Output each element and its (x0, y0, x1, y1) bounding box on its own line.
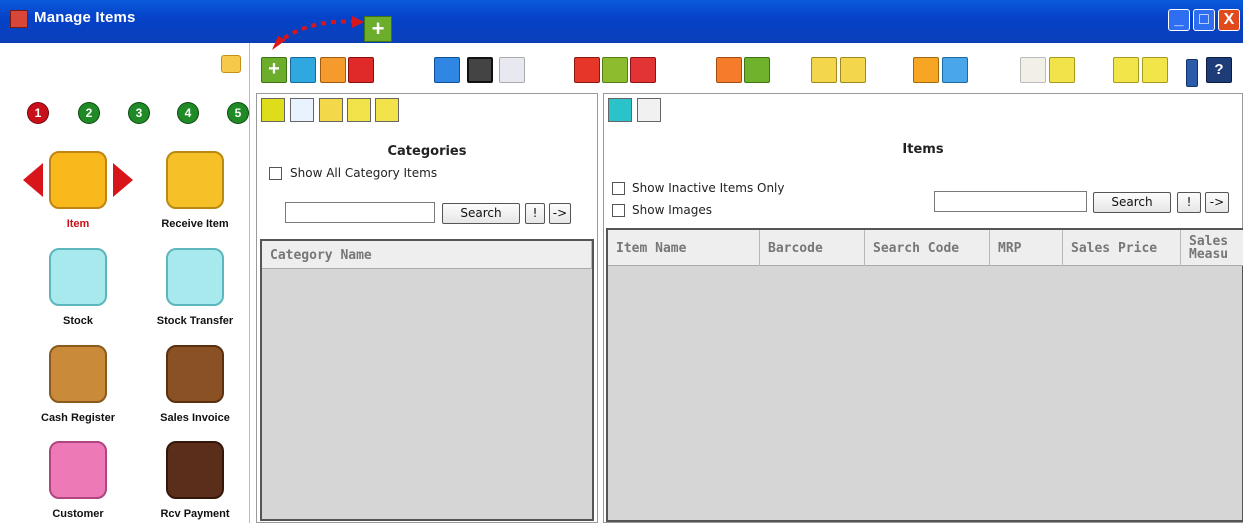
help-button[interactable]: ? (1206, 57, 1232, 83)
nav-item-sales-invoice[interactable]: Sales Invoice (145, 345, 245, 424)
show-inactive-label: Show Inactive Items Only (632, 181, 785, 195)
column-search-code[interactable]: Search Code (865, 230, 990, 266)
nav-item-label: Customer (52, 508, 104, 520)
step-2-badge[interactable]: 2 (79, 103, 99, 123)
items-grid[interactable]: Item Name Barcode Search Code MRP Sales … (606, 228, 1243, 522)
item-next-button[interactable]: -> (1205, 192, 1229, 213)
column-mrp[interactable]: MRP (990, 230, 1063, 266)
items-grid-header: Item Name Barcode Search Code MRP Sales … (608, 230, 1243, 266)
edit-pencil-icon[interactable] (290, 57, 316, 83)
table-import-icon[interactable] (716, 57, 742, 83)
bar-chart-icon[interactable] (602, 57, 628, 83)
category-search-button[interactable]: Search (442, 203, 520, 224)
nav-item-label: Item (66, 218, 90, 230)
category-bang-button[interactable]: ! (525, 203, 545, 224)
title-bar: Manage Items _ □ X (0, 0, 1243, 43)
refresh-icon[interactable] (574, 57, 600, 83)
truck-return-icon[interactable] (1142, 57, 1168, 83)
maximize-button[interactable]: □ (1193, 9, 1215, 31)
find-magnifier-icon[interactable] (320, 57, 346, 83)
items-panel: Items Show Inactive Items Only Show Imag… (603, 93, 1243, 523)
stock-transfer-icon (166, 248, 224, 306)
shopping-cart-icon (49, 151, 107, 209)
column-sales-measure[interactable]: Sales Measu (1181, 230, 1243, 266)
nav-item-label: Rcv Payment (160, 508, 230, 520)
rcv-payment-icon (166, 441, 224, 499)
nav-item-rcv-payment[interactable]: Rcv Payment (145, 441, 245, 520)
category-grid-header: Category Name (262, 241, 592, 269)
cart-app-icon (10, 10, 28, 28)
item-search-button[interactable]: Search (1093, 192, 1171, 213)
category-grid[interactable]: Category Name (260, 239, 594, 521)
categories-title: Categories (387, 144, 467, 159)
customer-icon (49, 441, 107, 499)
category-next-button[interactable]: -> (549, 203, 571, 224)
stock-item-icon[interactable] (811, 57, 837, 83)
truck-small-icon[interactable] (1113, 57, 1139, 83)
category-alt-icon[interactable] (942, 57, 968, 83)
nav-item-stock[interactable]: Stock (28, 248, 128, 327)
cash-register-icon (49, 345, 107, 403)
nav-item-stock-transfer[interactable]: Stock Transfer (145, 248, 245, 327)
nav-item-label: Receive Item (161, 218, 229, 230)
nav-item-receive-item[interactable]: Receive Item (145, 151, 245, 230)
cart-icon[interactable] (1020, 57, 1046, 83)
annotation-add-icon: + (364, 16, 392, 42)
show-all-category-label: Show All Category Items (290, 166, 438, 180)
list-view-icon[interactable] (261, 98, 285, 122)
category-search-input[interactable] (285, 202, 435, 223)
show-all-category-checkbox[interactable] (269, 167, 282, 180)
step-5-badge[interactable]: 5 (228, 103, 248, 123)
hierarchy-icon[interactable] (319, 98, 343, 122)
close-button[interactable]: X (1218, 9, 1240, 31)
truck-icon (166, 151, 224, 209)
column-barcode[interactable]: Barcode (760, 230, 865, 266)
table-export-icon[interactable] (744, 57, 770, 83)
window-title: Manage Items (34, 9, 136, 26)
filter-icon[interactable] (290, 98, 314, 122)
nav-item-label: Stock Transfer (156, 315, 234, 327)
step-4-badge[interactable]: 4 (178, 103, 198, 123)
nav-item-cash-register[interactable]: Cash Register (28, 345, 128, 424)
price-tag-icon[interactable] (467, 57, 493, 83)
network-tree-icon[interactable] (499, 57, 525, 83)
stock-trolley-icon (49, 248, 107, 306)
column-sales-price[interactable]: Sales Price (1063, 230, 1181, 266)
tile-view-icon[interactable] (637, 98, 661, 122)
bar-chart-red-icon[interactable] (630, 57, 656, 83)
column-category-name[interactable]: Category Name (262, 241, 592, 269)
left-navigation: 1 2 3 4 5 Item Receive Item Stock Stock … (0, 43, 250, 523)
nav-item-customer[interactable]: Customer (28, 441, 128, 520)
item-bang-button[interactable]: ! (1177, 192, 1201, 213)
category-icon[interactable] (913, 57, 939, 83)
items-title: Items (902, 142, 944, 157)
filter-edit-icon[interactable] (347, 98, 371, 122)
step-3-badge[interactable]: 3 (129, 103, 149, 123)
add-item-button[interactable]: + (261, 57, 287, 83)
stock-move-icon[interactable] (840, 57, 866, 83)
restore-windows-icon[interactable] (221, 55, 241, 73)
show-inactive-checkbox[interactable] (612, 182, 625, 195)
minimize-button[interactable]: _ (1168, 9, 1190, 31)
categories-panel: Categories Show All Category Items Searc… (256, 93, 598, 523)
nav-item-label: Sales Invoice (160, 412, 230, 424)
toolbar-overflow-button[interactable] (1186, 59, 1198, 87)
annotation-arrow-icon (272, 16, 364, 50)
show-images-checkbox[interactable] (612, 204, 625, 217)
show-images-label: Show Images (632, 203, 713, 217)
checkmark-icon[interactable] (434, 57, 460, 83)
step-1-badge[interactable]: 1 (28, 103, 48, 123)
sales-invoice-icon (166, 345, 224, 403)
column-item-name[interactable]: Item Name (608, 230, 760, 266)
main-toolbar: + ? (256, 51, 1243, 87)
item-search-input[interactable] (934, 191, 1087, 212)
nav-item-item[interactable]: Item (28, 151, 128, 230)
collapse-icon[interactable] (375, 98, 399, 122)
nav-item-label: Cash Register (41, 412, 115, 424)
nav-item-label: Stock (63, 315, 93, 327)
delete-minus-icon[interactable] (348, 57, 374, 83)
cart-alt-icon[interactable] (1049, 57, 1075, 83)
back-arrow-icon[interactable] (608, 98, 632, 122)
